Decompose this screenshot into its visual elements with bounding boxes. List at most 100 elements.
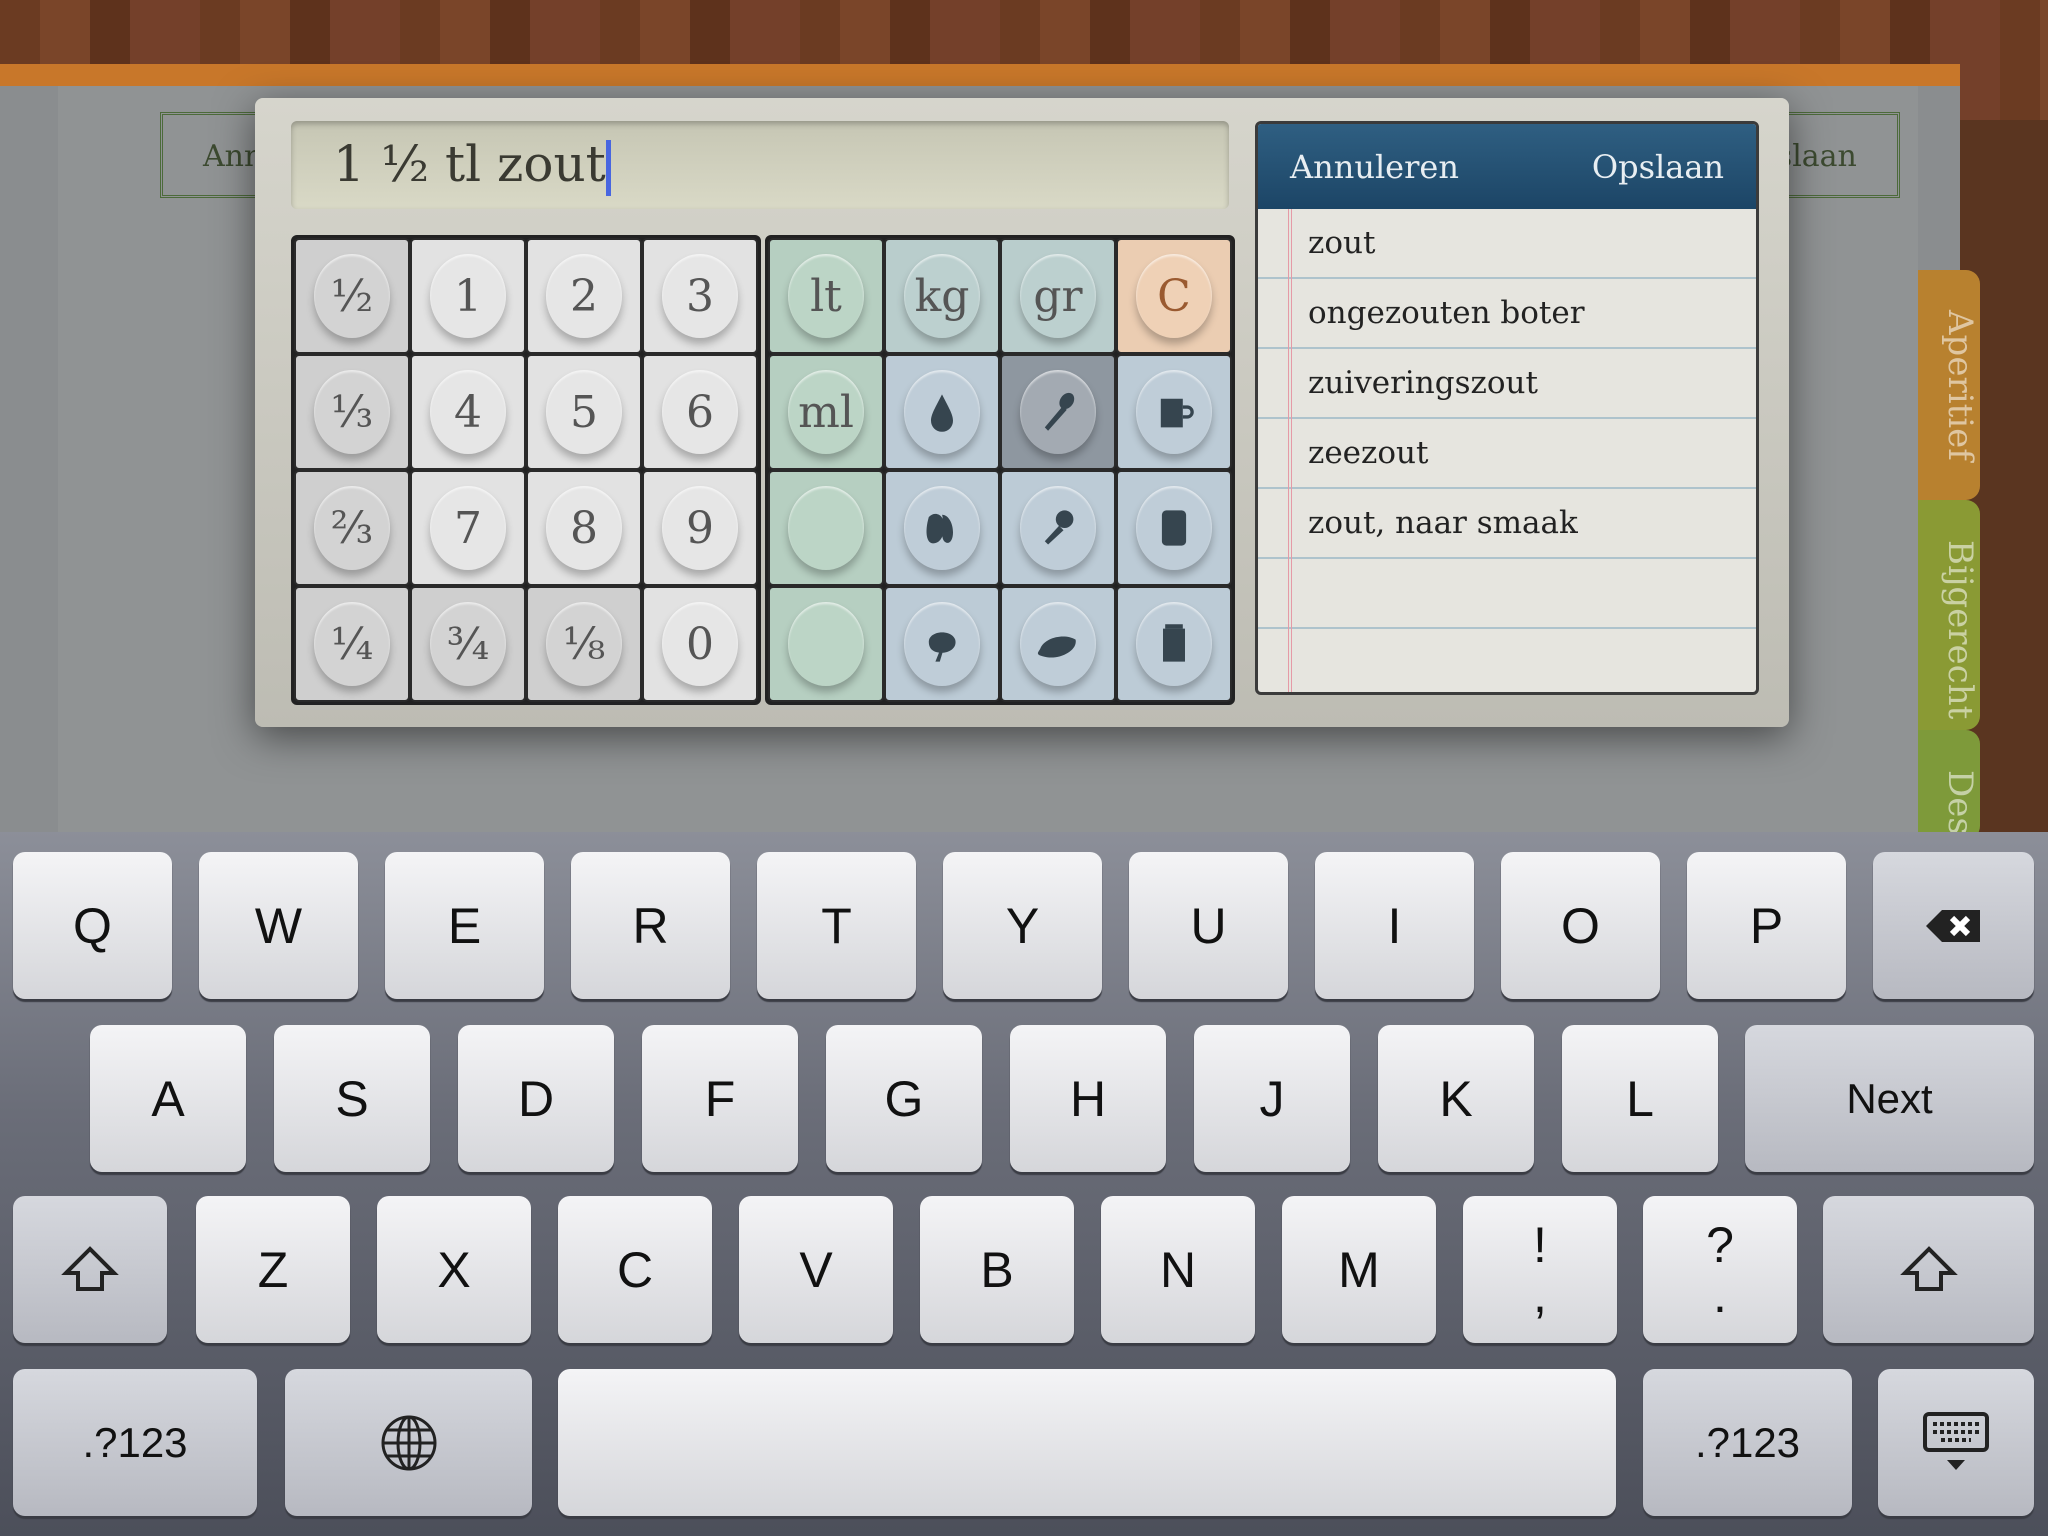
number-key[interactable]: 6 <box>642 354 758 470</box>
handful-icon <box>1020 602 1096 686</box>
number-key[interactable]: ½ <box>294 238 410 354</box>
save-button[interactable]: Opslaan <box>1592 148 1724 186</box>
key-q[interactable]: Q <box>13 852 172 999</box>
suggestion-item[interactable]: zout <box>1258 209 1756 279</box>
shift-icon <box>1899 1245 1958 1291</box>
teaspoon-unit-button[interactable] <box>1000 354 1116 470</box>
key-k[interactable]: K <box>1378 1025 1534 1172</box>
number-key-label: 8 <box>546 486 622 570</box>
number-key[interactable]: ¼ <box>294 586 410 702</box>
empty-unit-button[interactable] <box>768 586 884 702</box>
delete-key[interactable] <box>1873 852 2034 999</box>
number-key[interactable]: 0 <box>642 586 758 702</box>
numbers-key-left[interactable]: .?123 <box>13 1369 257 1516</box>
number-key[interactable]: 7 <box>410 470 526 586</box>
number-key[interactable]: 2 <box>526 238 642 354</box>
next-key[interactable]: Next <box>1745 1025 2034 1172</box>
hide-keyboard-key[interactable] <box>1878 1369 2034 1516</box>
unit-C-button[interactable]: C <box>1116 238 1232 354</box>
package-unit-button[interactable] <box>1116 586 1232 702</box>
key-i[interactable]: I <box>1315 852 1474 999</box>
number-key[interactable]: ¾ <box>410 586 526 702</box>
tab-dessert[interactable]: Dessert <box>1918 730 1980 840</box>
number-key-label: 0 <box>662 602 738 686</box>
unit-gr-button[interactable]: gr <box>1000 238 1116 354</box>
text-caret <box>605 140 611 196</box>
shift-key-left[interactable] <box>13 1196 167 1343</box>
ingredient-entry-panel: 1 ½ tl zout ½123 ⅓456 ⅔789 ¼¾⅛0 lt kg gr Cml A… <box>255 98 1789 727</box>
suggestion-header: Annuleren Opslaan <box>1258 124 1756 209</box>
suggestion-item[interactable]: zeezout <box>1258 419 1756 489</box>
number-key[interactable]: 8 <box>526 470 642 586</box>
number-key[interactable]: 4 <box>410 354 526 470</box>
tab-aperitief[interactable]: Aperitief <box>1918 270 1980 500</box>
notebook-margin <box>1288 209 1292 692</box>
tab-bijgerecht[interactable]: Bijgerecht <box>1918 500 1980 730</box>
number-key[interactable]: 3 <box>642 238 758 354</box>
cup-icon <box>1136 370 1212 454</box>
key-g[interactable]: G <box>826 1025 982 1172</box>
key-c[interactable]: C <box>558 1196 712 1343</box>
backspace-icon <box>1925 909 1980 942</box>
key-question-period[interactable]: ?. <box>1643 1196 1797 1343</box>
number-key[interactable]: ⅛ <box>526 586 642 702</box>
key-t[interactable]: T <box>757 852 916 999</box>
measuring-spoon-icon <box>1020 486 1096 570</box>
key-o[interactable]: O <box>1501 852 1660 999</box>
unit-ml-button[interactable]: ml <box>768 354 884 470</box>
key-d[interactable]: D <box>458 1025 614 1172</box>
drop-unit-button[interactable] <box>884 354 1000 470</box>
key-s[interactable]: S <box>274 1025 430 1172</box>
handful-unit-button[interactable] <box>1000 586 1116 702</box>
number-key[interactable]: 5 <box>526 354 642 470</box>
number-key[interactable]: ⅔ <box>294 470 410 586</box>
globe-key[interactable] <box>285 1369 532 1516</box>
onscreen-keyboard: Q W E R T Y U I O P A S D F G H J K L Next Z X C V B N M!,?. .?123.… <box>0 832 2048 1536</box>
key-n[interactable]: N <box>1101 1196 1255 1343</box>
key-l[interactable]: L <box>1562 1025 1718 1172</box>
key-a[interactable]: A <box>90 1025 246 1172</box>
key-v[interactable]: V <box>739 1196 893 1343</box>
punct-label: . <box>1713 1266 1727 1323</box>
number-key[interactable]: 9 <box>642 470 758 586</box>
unit-key-face: kg <box>904 254 980 338</box>
key-u[interactable]: U <box>1129 852 1288 999</box>
key-x[interactable]: X <box>377 1196 531 1343</box>
empty-unit-button[interactable] <box>768 470 884 586</box>
key-y[interactable]: Y <box>943 852 1102 999</box>
unit-lt-button[interactable]: lt <box>768 238 884 354</box>
key-f[interactable]: F <box>642 1025 798 1172</box>
number-key[interactable]: 1 <box>410 238 526 354</box>
key-w[interactable]: W <box>199 852 358 999</box>
herb-bunch-unit-button[interactable] <box>884 586 1000 702</box>
can-unit-button[interactable] <box>1116 470 1232 586</box>
key-r[interactable]: R <box>571 852 730 999</box>
suggestion-item[interactable]: ongezouten boter <box>1258 279 1756 349</box>
number-key-label: 7 <box>430 486 506 570</box>
key-h[interactable]: H <box>1010 1025 1166 1172</box>
number-key[interactable]: ⅓ <box>294 354 410 470</box>
cancel-button[interactable]: Annuleren <box>1290 148 1459 186</box>
ingredient-input[interactable]: 1 ½ tl zout <box>291 121 1229 209</box>
shift-icon <box>61 1245 119 1291</box>
clove-unit-button[interactable] <box>884 470 1000 586</box>
drop-icon <box>904 370 980 454</box>
suggestion-item[interactable]: zuiveringszout <box>1258 349 1756 419</box>
key-b[interactable]: B <box>920 1196 1074 1343</box>
key-z[interactable]: Z <box>196 1196 350 1343</box>
key-exclamation-comma[interactable]: !, <box>1463 1196 1617 1343</box>
key-p[interactable]: P <box>1687 852 1846 999</box>
key-j[interactable]: J <box>1194 1025 1350 1172</box>
number-key-label: 2 <box>546 254 622 338</box>
space-bar[interactable] <box>558 1369 1616 1516</box>
measuring-spoon-unit-button[interactable] <box>1000 470 1116 586</box>
key-e[interactable]: E <box>385 852 544 999</box>
suggestion-item[interactable]: zout, naar smaak <box>1258 489 1756 559</box>
numbers-key-right[interactable]: .?123 <box>1643 1369 1852 1516</box>
cup-unit-button[interactable] <box>1116 354 1232 470</box>
unit-key-face: gr <box>1020 254 1096 338</box>
key-m[interactable]: M <box>1282 1196 1436 1343</box>
shift-key-right[interactable] <box>1823 1196 2034 1343</box>
herb-bunch-icon <box>904 602 980 686</box>
unit-kg-button[interactable]: kg <box>884 238 1000 354</box>
